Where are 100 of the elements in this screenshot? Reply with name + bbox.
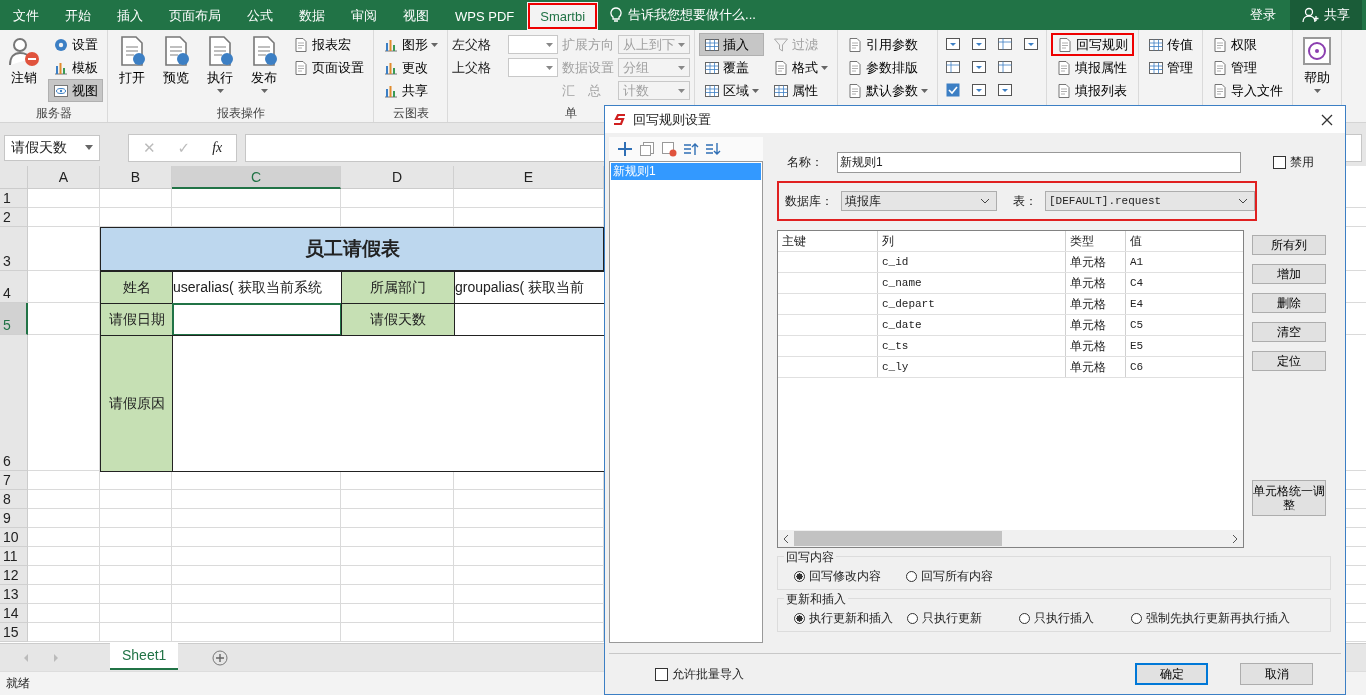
move-up-icon[interactable] — [683, 141, 699, 157]
scroll-left-icon[interactable] — [782, 533, 790, 544]
ribbon-tab[interactable]: 数据 — [286, 2, 338, 30]
ribbon-button[interactable]: 参数排版 — [842, 56, 933, 79]
ribbon-button[interactable]: 引用参数 — [842, 33, 933, 56]
ribbon-button[interactable]: 区域 — [699, 79, 764, 102]
close-icon[interactable] — [1321, 113, 1333, 126]
ribbon-button[interactable]: 管理 — [1207, 56, 1288, 79]
row-header[interactable]: 13 — [0, 585, 28, 604]
ribbon-tab[interactable]: 开始 — [52, 2, 104, 30]
table-icon — [704, 59, 720, 76]
row-header[interactable]: 6 — [0, 335, 28, 471]
ribbon-button[interactable]: 属性 — [768, 79, 833, 102]
ribbon-button[interactable]: 发布 — [244, 33, 284, 101]
radio-option[interactable]: 回写修改内容 — [794, 567, 892, 585]
ribbon-button[interactable]: 预览 — [156, 33, 196, 101]
radio-option[interactable]: 只执行更新 — [907, 609, 1005, 627]
ribbon-button[interactable]: 模板 — [48, 56, 103, 79]
insert-function-button[interactable]: fx — [212, 139, 223, 156]
scroll-right-icon[interactable] — [1231, 533, 1239, 544]
row-header[interactable]: 7 — [0, 471, 28, 490]
side-button[interactable]: 所有列 — [1252, 235, 1326, 255]
ribbon-button[interactable]: 视图 — [48, 79, 103, 102]
ribbon-button[interactable]: 插入 — [699, 33, 764, 56]
ribbon-tab[interactable]: WPS PDF — [442, 2, 528, 30]
login-link[interactable]: 登录 — [1250, 6, 1276, 24]
dropdown-field[interactable] — [508, 35, 558, 54]
copy-icon[interactable] — [639, 141, 655, 157]
ribbon-tab[interactable]: 视图 — [390, 2, 442, 30]
add-sheet-icon[interactable] — [212, 649, 229, 666]
column-header[interactable]: C — [172, 166, 341, 189]
column-header[interactable]: A — [28, 166, 100, 189]
side-button[interactable]: 删除 — [1252, 293, 1326, 313]
ribbon-button[interactable]: 导入文件 — [1207, 79, 1288, 102]
column-header: 主键 — [778, 231, 878, 251]
row-header[interactable]: 10 — [0, 528, 28, 547]
ribbon-button[interactable]: 填报列表 — [1051, 79, 1134, 102]
ribbon-button[interactable]: 权限 — [1207, 33, 1288, 56]
document-icon — [971, 36, 987, 52]
radio-option[interactable]: 强制先执行更新再执行插入 — [1131, 609, 1290, 627]
ribbon-button[interactable]: 传值 — [1143, 33, 1198, 56]
horizontal-scrollbar[interactable] — [778, 530, 1243, 547]
side-button[interactable]: 增加 — [1252, 264, 1326, 284]
ribbon-button[interactable]: 格式 — [768, 56, 833, 79]
side-button[interactable]: 清空 — [1252, 322, 1326, 342]
column-header[interactable]: B — [100, 166, 172, 189]
ribbon-tab[interactable]: 文件 — [0, 2, 52, 30]
ribbon-button[interactable]: 管理 — [1143, 56, 1198, 79]
radio-option[interactable]: 执行更新和插入 — [794, 609, 893, 627]
column-header[interactable]: E — [454, 166, 604, 189]
ribbon-button[interactable]: 覆盖 — [699, 56, 764, 79]
ribbon-tab[interactable]: 页面布局 — [156, 2, 234, 30]
row-header[interactable]: 8 — [0, 490, 28, 509]
row-header[interactable]: 3 — [0, 227, 28, 271]
row-header[interactable]: 9 — [0, 509, 28, 528]
radio-option[interactable]: 回写所有内容 — [906, 567, 1004, 585]
name-box[interactable]: 请假天数 — [4, 134, 100, 161]
row-header[interactable]: 2 — [0, 208, 28, 227]
row-header[interactable]: 4 — [0, 271, 28, 303]
row-header[interactable]: 5 — [0, 303, 28, 335]
ribbon-button[interactable]: 打开 — [112, 33, 152, 101]
ribbon-tab[interactable]: 插入 — [104, 2, 156, 30]
add-icon[interactable] — [617, 141, 633, 157]
ribbon-button[interactable]: 设置 — [48, 33, 103, 56]
sheet-tab[interactable]: Sheet1 — [110, 643, 179, 670]
ribbon-button[interactable]: 更改 — [378, 56, 443, 79]
radio-option[interactable]: 只执行插入 — [1019, 609, 1117, 627]
table-dropdown[interactable]: [DEFAULT].request — [1045, 191, 1255, 211]
ribbon-tab[interactable]: 审阅 — [338, 2, 390, 30]
ribbon-button[interactable]: 执行 — [200, 33, 240, 101]
row-header[interactable]: 12 — [0, 566, 28, 585]
name-field[interactable]: 新规则1 — [837, 151, 1241, 173]
ok-button[interactable]: 确定 — [1135, 663, 1208, 685]
column-header[interactable]: D — [341, 166, 454, 189]
database-dropdown[interactable]: 填报库 — [841, 191, 997, 211]
ribbon-button[interactable]: 默认参数 — [842, 79, 933, 102]
batch-import-checkbox[interactable]: 允许批量导入 — [655, 665, 744, 683]
row-header[interactable]: 14 — [0, 604, 28, 623]
row-header[interactable]: 1 — [0, 189, 28, 208]
ribbon-button[interactable]: 填报属性 — [1051, 56, 1134, 79]
move-down-icon[interactable] — [705, 141, 721, 157]
share-button[interactable]: 共享 — [1290, 0, 1362, 30]
row-header[interactable]: 11 — [0, 547, 28, 566]
ribbon-button[interactable]: 回写规则 — [1051, 33, 1134, 56]
ribbon-button[interactable]: 注销 — [4, 33, 44, 101]
ribbon-tab[interactable]: Smartbi — [527, 2, 599, 30]
side-button[interactable]: 定位 — [1252, 351, 1326, 371]
dropdown-field[interactable] — [508, 58, 558, 77]
adjust-button[interactable]: 单元格统一调整 — [1252, 480, 1326, 516]
ribbon-button[interactable]: 页面设置 — [288, 56, 369, 79]
row-header[interactable]: 15 — [0, 623, 28, 642]
delete-icon[interactable] — [661, 141, 677, 157]
tell-me-field[interactable]: 告诉我您想要做什么... — [598, 0, 756, 30]
ribbon-tab[interactable]: 公式 — [234, 2, 286, 30]
ribbon-button[interactable]: 报表宏 — [288, 33, 369, 56]
disable-checkbox[interactable]: 禁用 — [1273, 153, 1314, 171]
ribbon-button[interactable]: 图形 — [378, 33, 443, 56]
cancel-button[interactable]: 取消 — [1240, 663, 1313, 685]
ribbon-button[interactable]: 帮助 — [1297, 33, 1337, 101]
ribbon-button[interactable]: 共享 — [378, 79, 443, 102]
